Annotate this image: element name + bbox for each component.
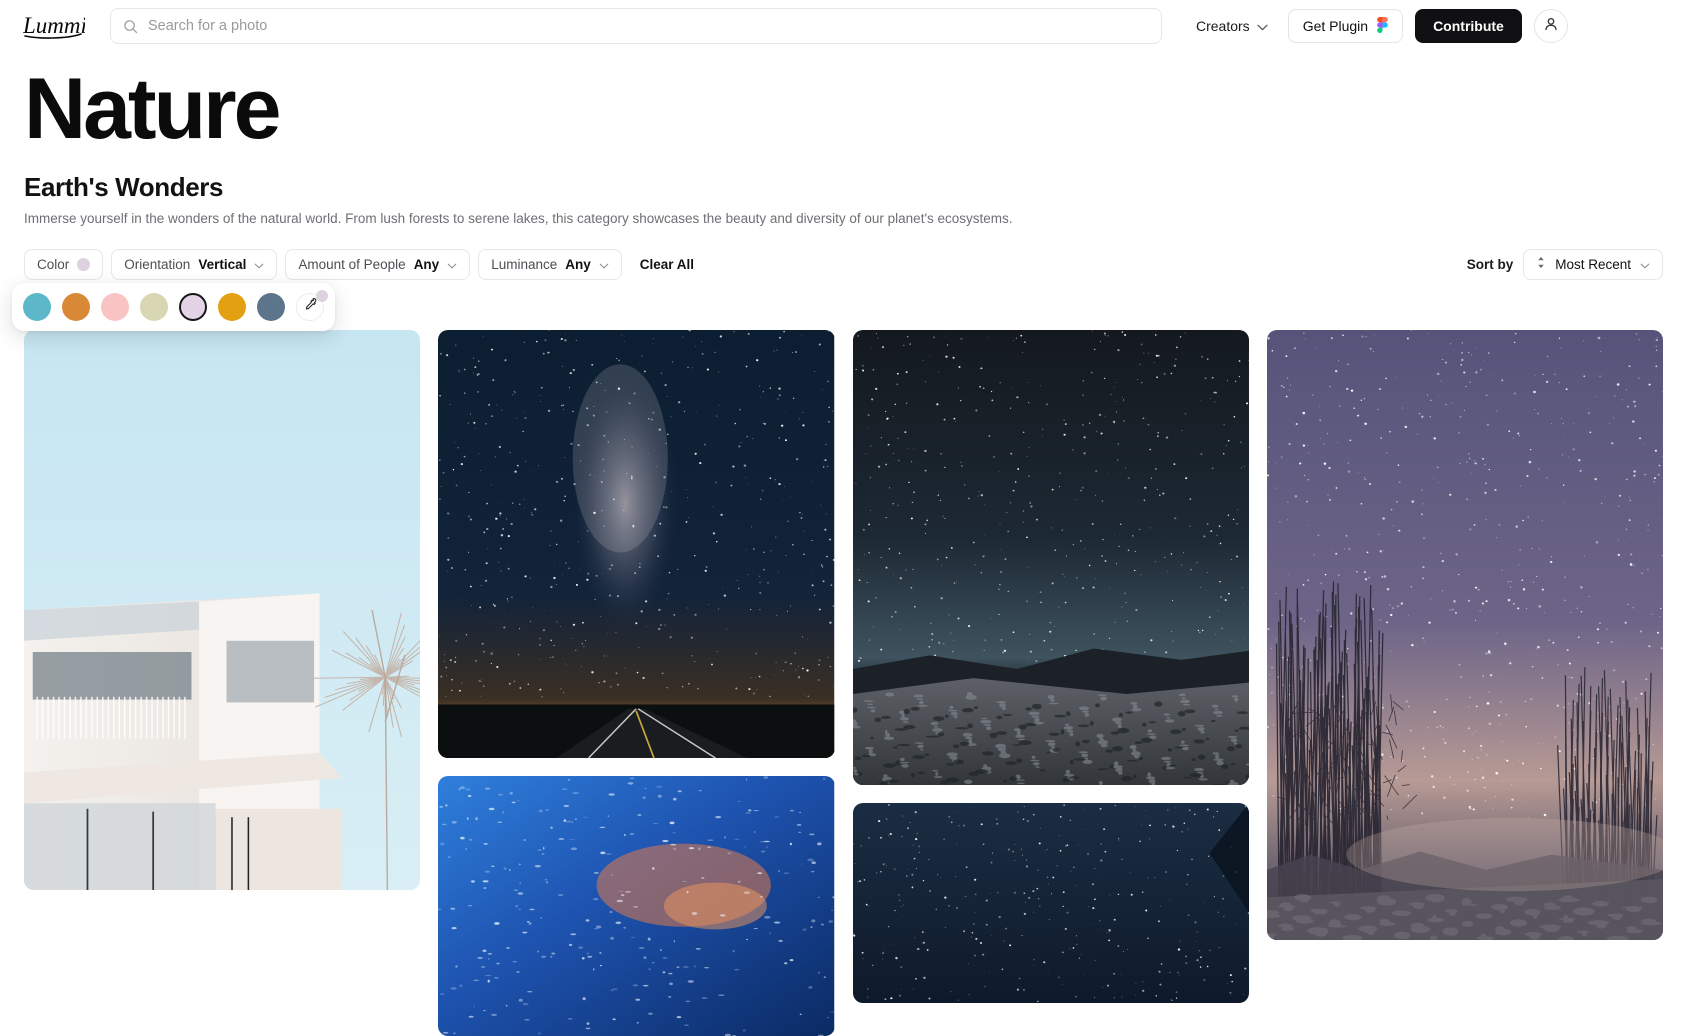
sort-value: Most Recent (1555, 256, 1631, 272)
photo-tile[interactable] (438, 330, 835, 758)
filter-orientation[interactable]: Orientation Vertical (111, 248, 278, 280)
contribute-button[interactable]: Contribute (1415, 9, 1522, 43)
filter-bar: Color Orientation Vertical Amount of Peo… (0, 248, 1687, 331)
page-subtitle: Earth's Wonders (24, 171, 224, 202)
search-bar[interactable] (110, 8, 1162, 44)
clear-all-button[interactable]: Clear All (630, 257, 704, 272)
filter-orientation-label: Orientation (124, 256, 191, 272)
page-description: Immerse yourself in the wonders of the n… (24, 210, 1013, 226)
photo-column (1266, 330, 1663, 1036)
get-plugin-label: Get Plugin (1302, 18, 1369, 34)
filter-luminance[interactable]: Luminance Any (478, 248, 622, 280)
top-header: Lummi Creators Get Plugin (0, 0, 1687, 52)
color-swatch-orange[interactable] (62, 292, 90, 321)
filter-luminance-label: Luminance (491, 256, 558, 272)
svg-text:Lummi: Lummi (23, 13, 85, 38)
creators-label: Creators (1196, 18, 1250, 34)
filter-amount-of-people[interactable]: Amount of People Any (285, 248, 471, 280)
sort-by-label: Sort by (1466, 256, 1514, 272)
photo-tile[interactable] (438, 776, 835, 1036)
filter-people-value: Any (413, 256, 440, 272)
page-title: Nature (24, 61, 281, 157)
color-swatch-pink[interactable] (101, 292, 129, 321)
sort-controls: Sort by Most Recent (1466, 248, 1663, 280)
photo-tile[interactable] (852, 330, 1249, 785)
color-swatch-lilac[interactable] (179, 292, 207, 321)
chevron-down-icon (599, 257, 609, 272)
filter-color[interactable]: Color (24, 248, 104, 280)
photo-column (852, 330, 1249, 1036)
chevron-down-icon (254, 257, 264, 272)
search-input[interactable] (148, 18, 1149, 34)
eyedropper-color-bubble (316, 289, 328, 302)
search-icon (123, 19, 138, 34)
lummi-logo[interactable]: Lummi (22, 11, 86, 41)
page-header: Nature Earth's Wonders Immerse yourself … (0, 52, 1687, 226)
filter-color-label: Color (37, 256, 70, 272)
color-picker-popover[interactable] (12, 282, 335, 331)
photo-column (24, 330, 421, 1036)
avatar[interactable] (1533, 9, 1568, 43)
color-swatch-amber[interactable] (218, 292, 246, 321)
photo-grid (0, 330, 1687, 1036)
color-dot-icon (77, 257, 91, 271)
chevron-down-icon (1257, 18, 1268, 34)
filter-orientation-value: Vertical (198, 256, 247, 272)
chevron-down-icon (447, 257, 457, 272)
figma-icon (1377, 16, 1388, 36)
creators-menu[interactable]: Creators (1188, 9, 1276, 43)
color-swatch-beige[interactable] (140, 292, 168, 321)
color-swatch-slate-blue[interactable] (257, 292, 285, 321)
user-icon (1543, 16, 1559, 37)
sort-updown-icon (1536, 256, 1546, 272)
sort-select[interactable]: Most Recent (1523, 248, 1663, 280)
get-plugin-button[interactable]: Get Plugin (1287, 9, 1404, 43)
eyedropper-icon (303, 297, 318, 317)
photo-tile[interactable] (24, 330, 421, 890)
photo-tile[interactable] (852, 803, 1249, 1003)
color-swatch-teal[interactable] (23, 292, 51, 321)
filter-luminance-value: Any (565, 256, 591, 272)
photo-tile[interactable] (1266, 330, 1663, 940)
eyedropper-button[interactable] (296, 289, 328, 321)
chevron-down-icon (1640, 257, 1650, 272)
photo-column (438, 330, 835, 1036)
filter-people-label: Amount of People (298, 256, 406, 272)
